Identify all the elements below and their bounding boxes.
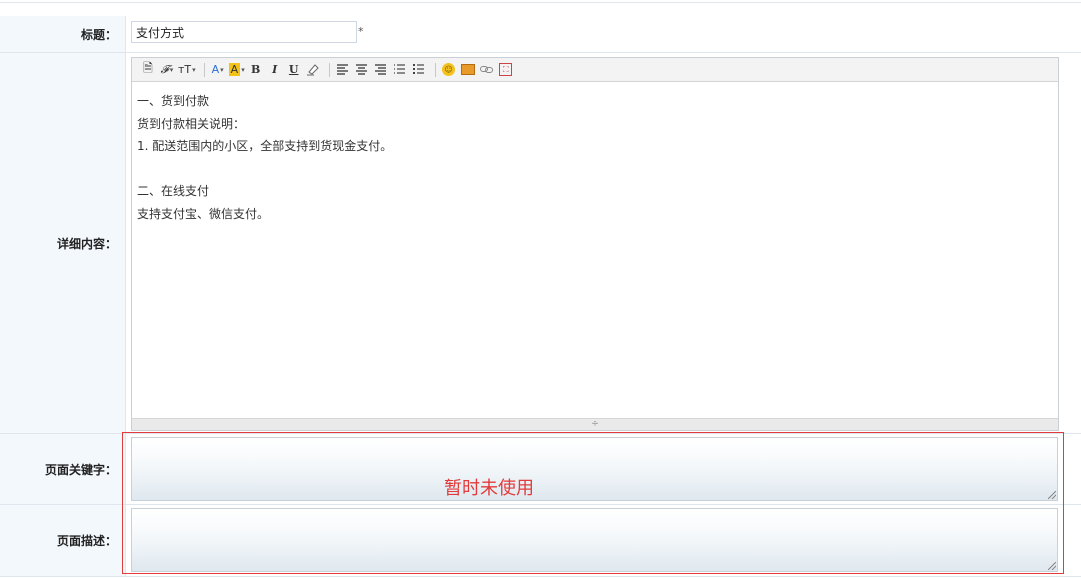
- keywords-value-cell: [127, 434, 1081, 504]
- title-value-cell: *: [127, 16, 1081, 52]
- chevron-down-icon: ▾: [192, 65, 196, 74]
- align-left-icon[interactable]: [335, 62, 351, 78]
- article-edit-form: 标题： * 详细内容： 🗎 𝓕▾ ᴛT▾ A▾ A▾ B I U: [0, 0, 1081, 578]
- keywords-row: 页面关键字：: [0, 434, 1081, 505]
- font-color-icon: A: [211, 63, 220, 76]
- content-line: 二、在线支付: [137, 184, 210, 198]
- description-textarea[interactable]: [131, 508, 1058, 572]
- title-input[interactable]: [131, 21, 357, 43]
- content-value-cell: 🗎 𝓕 ▾ ᴛT ▾ A ▾ A ▾ B I U ☺ ⛶ 一、货到付款 货到付款…: [127, 53, 1081, 433]
- insert-image-button[interactable]: [460, 62, 476, 78]
- keywords-textarea[interactable]: [131, 437, 1058, 501]
- description-row: 页面描述：: [0, 505, 1081, 577]
- toolbar-separator: [328, 62, 330, 77]
- title-label: 标题：: [0, 16, 126, 52]
- content-line: 一、货到付款: [137, 94, 210, 108]
- source-code-icon[interactable]: 🗎: [140, 61, 156, 78]
- bold-button[interactable]: B: [248, 62, 264, 78]
- editor-resize-handle[interactable]: ÷: [132, 418, 1058, 430]
- align-right-icon[interactable]: [373, 62, 389, 78]
- image-icon: [460, 64, 475, 75]
- ordered-list-icon[interactable]: [392, 62, 408, 78]
- smiley-icon: ☺: [442, 63, 456, 76]
- resize-grip-icon[interactable]: [1048, 491, 1056, 499]
- eraser-icon[interactable]: [305, 62, 321, 78]
- content-line: 支持支付宝、微信支付。: [137, 206, 270, 221]
- underline-button[interactable]: U: [286, 62, 302, 78]
- content-line: 1. 配送范围内的小区，全部支持到货现金支付。: [137, 139, 393, 153]
- content-label: 详细内容：: [0, 53, 126, 433]
- emotion-button[interactable]: ☺: [441, 62, 457, 78]
- required-mark: *: [358, 25, 364, 38]
- keywords-label: 页面关键字：: [0, 434, 126, 504]
- fullscreen-button[interactable]: ⛶: [498, 62, 514, 78]
- chevron-down-icon: ▾: [241, 65, 245, 74]
- align-center-icon[interactable]: [354, 62, 370, 78]
- font-family-icon: 𝓕: [160, 62, 169, 76]
- font-size-button[interactable]: ᴛT ▾: [178, 62, 196, 78]
- content-line: 货到付款相关说明：: [137, 116, 246, 131]
- background-color-icon: A: [228, 63, 241, 76]
- font-family-button[interactable]: 𝓕 ▾: [159, 62, 175, 78]
- fullscreen-icon: ⛶: [499, 63, 513, 76]
- editor-toolbar: 🗎 𝓕 ▾ ᴛT ▾ A ▾ A ▾ B I U ☺ ⛶: [132, 58, 1058, 82]
- link-icon[interactable]: [479, 62, 495, 78]
- content-line: [137, 158, 1058, 181]
- description-label: 页面描述：: [0, 505, 126, 576]
- font-color-button[interactable]: A ▾: [210, 62, 226, 78]
- chevron-down-icon: ▾: [220, 65, 224, 74]
- top-rule: [0, 0, 1081, 3]
- toolbar-separator: [434, 62, 436, 77]
- editor-content[interactable]: 一、货到付款 货到付款相关说明： 1. 配送范围内的小区，全部支持到货现金支付。…: [132, 82, 1058, 418]
- font-size-icon: ᴛT: [178, 63, 192, 76]
- resize-grip-icon[interactable]: [1048, 562, 1056, 570]
- content-row: 详细内容： 🗎 𝓕 ▾ ᴛT ▾ A ▾ A ▾ B I U ☺ ⛶ 一、货到付…: [0, 53, 1081, 434]
- description-value-cell: [127, 505, 1081, 576]
- title-row: 标题： *: [0, 16, 1081, 53]
- toolbar-separator: [203, 62, 205, 77]
- background-color-button[interactable]: A ▾: [228, 62, 245, 78]
- italic-button[interactable]: I: [267, 62, 283, 78]
- unordered-list-icon[interactable]: [411, 62, 427, 78]
- chevron-down-icon: ▾: [169, 65, 174, 74]
- annotation-note: 暂时未使用: [444, 478, 534, 499]
- rich-text-editor: 🗎 𝓕 ▾ ᴛT ▾ A ▾ A ▾ B I U ☺ ⛶ 一、货到付款 货到付款…: [131, 57, 1059, 431]
